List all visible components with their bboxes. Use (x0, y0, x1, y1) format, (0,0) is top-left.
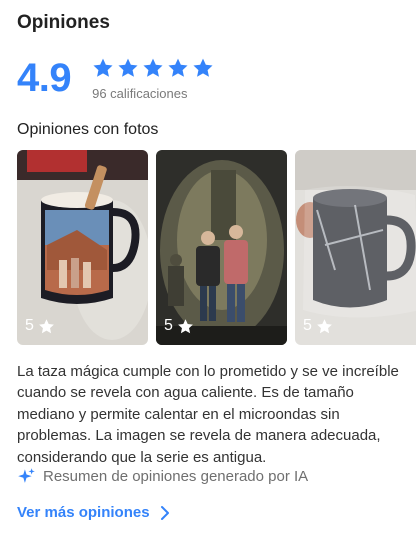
rating-summary: 4.9 96 calificaciones (17, 55, 214, 101)
review-photo[interactable]: 5 (156, 150, 287, 345)
people-photo (156, 150, 287, 345)
star-icon (193, 58, 213, 77)
ai-summary-note: Resumen de opiniones generado por IA (17, 467, 308, 486)
rating-value: 4.9 (17, 56, 72, 100)
rating-stars (92, 57, 214, 79)
sparkle-icon (18, 468, 35, 483)
review-summary-text: La taza mágica cumple con lo prometido y… (17, 363, 399, 466)
chevron-right-icon (160, 505, 169, 520)
star-icon (39, 318, 54, 333)
star-icon (168, 58, 188, 77)
wrapped-mug-photo (295, 150, 416, 345)
star-icon (178, 318, 193, 333)
rating-count: 96 calificaciones (92, 86, 188, 101)
photo-rating: 5 (164, 317, 194, 335)
star-icon (118, 58, 138, 77)
photo-rating: 5 (25, 317, 55, 335)
review-photo[interactable]: 5 (295, 150, 416, 345)
page-title: Opiniones (17, 12, 110, 33)
star-icon (143, 58, 163, 77)
photo-rating: 5 (303, 317, 333, 335)
star-icon (317, 318, 332, 333)
see-more-label: Ver más opiniones (17, 504, 150, 521)
photos-section-title: Opiniones con fotos (17, 121, 159, 138)
photo-carousel[interactable]: 5 5 5 (17, 150, 416, 346)
ai-summary-label: Resumen de opiniones generado por IA (43, 468, 309, 485)
see-more-reviews-link[interactable]: Ver más opiniones (17, 504, 170, 521)
star-icon (93, 58, 113, 77)
mug-photo (17, 150, 148, 345)
review-photo[interactable]: 5 (17, 150, 148, 345)
